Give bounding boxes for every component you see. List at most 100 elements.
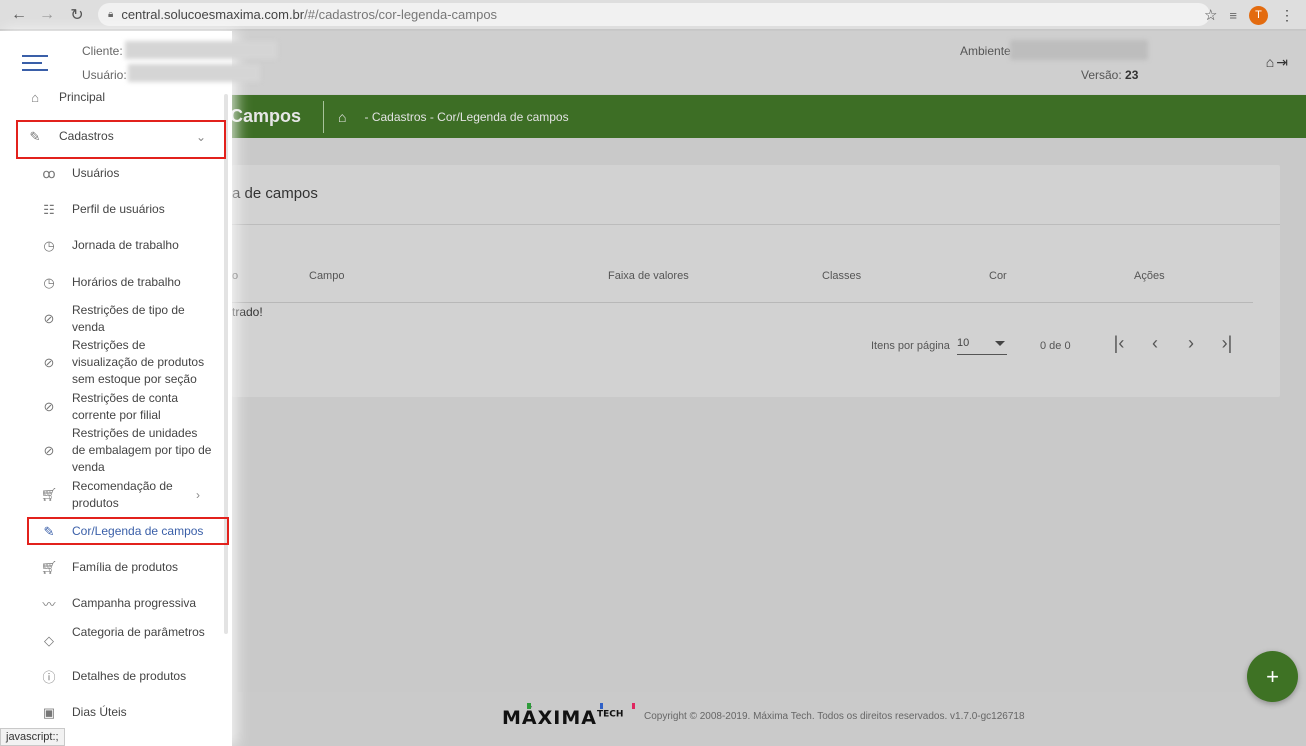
items-per-page-label: Itens por página <box>871 340 950 352</box>
maxima-tech-logo: MÁXIMATECH <box>502 703 635 729</box>
dropdown-caret-icon <box>995 341 1005 346</box>
block-icon: ⊘ <box>43 354 55 370</box>
breadcrumb-home-icon[interactable]: ⌂ <box>338 109 346 125</box>
items-per-page-value: 10 <box>957 337 970 349</box>
column-header-cor[interactable]: Cor <box>989 270 1007 282</box>
trend-icon: 〰 <box>42 597 56 612</box>
checklist-icon: ☷ <box>43 201 55 217</box>
sidebar-item-campanha[interactable]: 〰 Campanha progressiva <box>0 595 224 612</box>
star-icon[interactable]: ☆ <box>1204 6 1217 24</box>
ambiente-value-redacted <box>1010 40 1148 60</box>
chevron-right-icon: › <box>196 488 200 502</box>
cliente-value-redacted <box>125 41 277 59</box>
cart-icon: 🛒︎ <box>40 487 58 502</box>
block-icon: ⊘ <box>43 442 55 458</box>
sidebar-item-label: Principal <box>59 89 106 104</box>
sidebar-item-label: Restrições de visualização de produtos s… <box>72 338 205 386</box>
versao-label: Versão: 23 <box>1081 68 1139 82</box>
empty-message: trado! <box>232 305 263 319</box>
column-header-classes[interactable]: Classes <box>822 270 861 282</box>
info-icon: ⓘ <box>42 670 56 685</box>
column-header-campo[interactable]: Campo <box>309 270 344 282</box>
cart-icon: 🛒︎ <box>40 559 58 575</box>
previous-page-icon[interactable]: ‹ <box>1143 333 1167 354</box>
browser-toolbar: ← → ↻ 🔒︎ central.solucoesmaxima.com.br/#… <box>0 0 1306 30</box>
url-host: central.solucoesmaxima.com.br <box>121 7 305 22</box>
sidebar-item-categoria[interactable]: ◇ Categoria de parâmetros <box>0 624 224 658</box>
last-page-icon[interactable]: ›| <box>1215 333 1239 354</box>
address-bar[interactable]: 🔒︎ central.solucoesmaxima.com.br/#/cadas… <box>98 3 1210 26</box>
page-banner: Campos ⌂ - Cadastros - Cor/Legenda de ca… <box>230 95 1306 138</box>
ambiente-label: Ambiente <box>960 44 1011 58</box>
sidebar-item-label: Família de produtos <box>72 560 179 574</box>
sidebar-item-restricoes-tipo-venda[interactable]: ⊘ Restrições de tipo de venda <box>0 302 224 336</box>
sidebar-scrollbar[interactable] <box>224 94 228 634</box>
next-page-icon[interactable]: › <box>1179 333 1203 354</box>
cliente-label: Cliente: <box>82 44 123 58</box>
tag-icon: ◇ <box>44 633 54 648</box>
highlight-cadastros <box>16 120 226 159</box>
sidebar-item-perfil[interactable]: ☷ Perfil de usuários <box>0 201 224 218</box>
more-options-icon[interactable]: ⋮ <box>1280 7 1294 24</box>
sidebar-item-jornada[interactable]: ◷ Jornada de trabalho <box>0 237 224 254</box>
clock-icon: ◷ <box>43 237 55 253</box>
table-divider <box>232 302 1253 303</box>
clock-icon: ◷ <box>43 274 55 290</box>
sidebar-item-dias-uteis[interactable]: ▣ Dias Úteis <box>0 704 224 721</box>
sidebar-item-label: Restrições de tipo de venda <box>72 303 185 334</box>
sidebar-item-label: Usuários <box>72 166 120 180</box>
pagination-range: 0 de 0 <box>1040 340 1071 352</box>
usuario-label: Usuário: <box>82 68 127 82</box>
url-path: /#/cadastros/cor-legenda-campos <box>304 7 498 22</box>
column-header[interactable]: o <box>232 270 238 282</box>
first-page-icon[interactable]: |‹ <box>1107 333 1131 354</box>
sidebar-item-recomendacao[interactable]: 🛒︎ Recomendação de produtos › <box>0 478 224 512</box>
sidebar-item-restricoes-conta[interactable]: ⊘ Restrições de conta corrente por filia… <box>0 390 224 424</box>
banner-divider <box>323 100 325 133</box>
home-icon: ⌂ <box>31 89 39 105</box>
sidebar-item-label: Perfil de usuários <box>72 202 165 216</box>
sidebar-item-label: Campanha progressiva <box>72 596 197 610</box>
copyright-text: Copyright © 2008-2019. Máxima Tech. Todo… <box>644 711 1025 722</box>
sidebar-item-label: Categoria de parâmetros <box>72 625 205 639</box>
sidebar-item-usuarios[interactable]: ꝏ Usuários <box>0 165 224 182</box>
card-title: a de campos <box>232 185 318 202</box>
sidebar-item-principal[interactable]: ⌂ Principal <box>0 88 224 106</box>
highlight-cor-legenda <box>27 517 229 545</box>
menu-toggle-icon[interactable] <box>22 55 48 71</box>
forward-arrow-icon[interactable]: → <box>34 2 60 28</box>
sidebar-item-restricoes-unidades[interactable]: ⊘ Restrições de unidades de embalagem po… <box>0 425 224 476</box>
sidebar-item-label: Restrições de unidades de embalagem por … <box>72 426 212 474</box>
add-button[interactable]: + <box>1247 651 1298 702</box>
lock-icon: 🔒︎ <box>108 9 114 20</box>
sidebar-item-label: Detalhes de produtos <box>72 669 187 683</box>
sidebar-item-horarios[interactable]: ◷ Horários de trabalho <box>0 274 224 291</box>
reload-icon[interactable]: ↻ <box>64 2 90 28</box>
usuario-value-redacted <box>128 64 260 82</box>
page-title: Campos <box>230 106 302 126</box>
items-per-page-select[interactable]: 10 <box>957 337 1007 355</box>
sidebar-item-label: Restrições de conta corrente por filial <box>72 391 179 422</box>
calendar-icon: ▣ <box>42 704 56 720</box>
sidebar-item-label: Jornada de trabalho <box>72 238 179 252</box>
card-divider <box>232 224 1280 225</box>
home-icon[interactable]: ⌂ <box>1266 54 1274 71</box>
content-card: a de campos o Campo Faixa de valores Cla… <box>232 165 1280 397</box>
plus-icon: + <box>1266 663 1279 689</box>
logout-icon[interactable]: ⇥ <box>1276 54 1288 71</box>
browser-status-bar: javascript:; <box>0 728 65 746</box>
breadcrumb: - Cadastros - Cor/Legenda de campos <box>364 109 569 124</box>
sidebar-item-familia[interactable]: 🛒︎ Família de produtos <box>0 559 224 576</box>
avatar[interactable]: T <box>1249 5 1268 25</box>
sidebar-item-label: Recomendação de produtos <box>72 479 173 510</box>
sidebar: Cliente: Usuário: ⌂ Principal ✎ Cadastro… <box>0 31 277 746</box>
column-header-acoes: Ações <box>1134 270 1165 282</box>
column-header-faixa[interactable]: Faixa de valores <box>608 270 689 282</box>
sidebar-item-label: Horários de trabalho <box>72 275 181 289</box>
sidebar-item-restricoes-visualizacao[interactable]: ⊘ Restrições de visualização de produtos… <box>0 337 224 388</box>
media-icon[interactable]: ≡ <box>1229 8 1237 23</box>
sidebar-item-label: Dias Úteis <box>72 705 127 719</box>
back-arrow-icon[interactable]: ← <box>6 2 32 28</box>
sidebar-item-detalhes[interactable]: ⓘ Detalhes de produtos <box>0 668 224 685</box>
block-icon: ⊘ <box>43 311 55 326</box>
